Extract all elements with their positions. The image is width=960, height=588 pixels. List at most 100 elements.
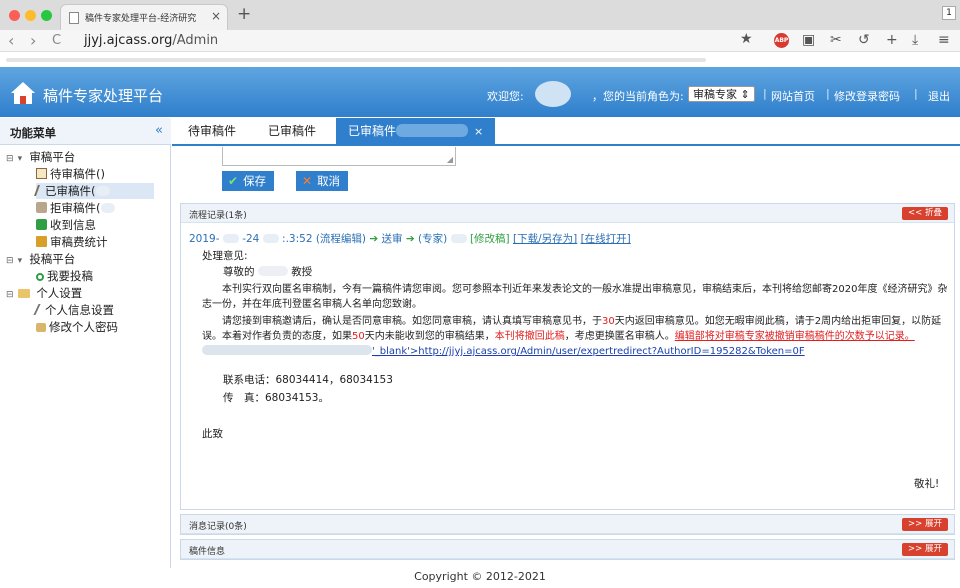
app-title: 稿件专家处理平台 [43, 87, 164, 105]
tree-group-review[interactable]: ⊟ ▾ 审稿平台 [6, 149, 75, 165]
sidebar-item-password[interactable]: 修改个人密码 [36, 319, 118, 335]
fax-line: 传 真：68034153。 [223, 392, 329, 404]
minimize-window-button[interactable] [25, 10, 36, 21]
sidebar-item-label: 修改个人密码 [49, 320, 118, 334]
role-value: 审稿专家 [693, 88, 737, 101]
new-tab-button[interactable]: + [237, 4, 251, 24]
close-window-button[interactable] [9, 10, 20, 21]
save-button[interactable]: ✔ 保存 [222, 171, 275, 191]
adblock-icon[interactable]: ABP [774, 33, 789, 48]
sidebar-item-label: 个人信息设置 [45, 303, 114, 317]
add-icon[interactable]: + [886, 32, 898, 48]
expand-panel-button[interactable]: >> 展开 [902, 518, 948, 531]
opinion-label: 处理意见: [202, 250, 248, 262]
collapse-toggle-icon[interactable]: ⊟ [6, 287, 14, 303]
sidebar-item-rejected[interactable]: 拒审稿件( [36, 200, 115, 216]
panel-title: 消息记录(0条) [189, 522, 247, 532]
tree-group-submit[interactable]: ⊟ ▾ 投稿平台 [6, 251, 75, 267]
forward-icon[interactable]: › [30, 31, 36, 50]
edit-manuscript-link[interactable]: [修改稿] [470, 233, 510, 245]
select-arrows-icon: ⇕ [740, 88, 750, 101]
flow-send: 送审 [381, 233, 403, 245]
maximize-window-button[interactable] [41, 10, 52, 21]
sidebar-item-reviewed[interactable]: 已审稿件( [33, 183, 154, 199]
sidebar-item-label: 收到信息 [50, 218, 96, 232]
close-tab-icon[interactable]: × [474, 125, 483, 138]
tab-reviewed[interactable]: 已审稿件 [256, 118, 328, 145]
panel-header: 消息记录(0条) >> 展开 [181, 515, 954, 534]
collapse-panel-button[interactable]: << 折叠 [902, 207, 948, 220]
undo-icon[interactable]: ↺ [858, 32, 870, 48]
panel-title: 稿件信息 [189, 547, 226, 557]
flow-record-line: 2019- -24 :.3:52 (流程编辑) ➔ 送审 ➔ (专家) [修改稿… [189, 231, 631, 246]
change-password-link[interactable]: 修改登录密码 [834, 88, 900, 104]
download-link[interactable]: [下载/另存为] [513, 233, 577, 245]
greeting: 尊敬的 教授 [223, 264, 312, 280]
download-icon[interactable]: ⤓ [912, 32, 918, 48]
sidebar-header: 功能菜单 « [0, 118, 171, 145]
cancel-button[interactable]: ✕ 取消 [296, 171, 349, 191]
opinion-textarea[interactable]: ◢ [222, 147, 456, 166]
resize-grip-icon[interactable]: ◢ [447, 155, 453, 164]
tree-group-label: 个人设置 [36, 286, 83, 300]
bookmark-star-icon[interactable]: ★ [740, 31, 753, 47]
sidebar-item-label: 待审稿件( [50, 167, 101, 181]
role-select[interactable]: 审稿专家 ⇕ [688, 86, 755, 102]
scissors-icon[interactable]: ✂ [830, 32, 842, 48]
flow-date: 2019- [189, 233, 220, 245]
sidebar-item-pending[interactable]: 待审稿件() [36, 166, 105, 182]
sidebar-item-label: 拒审稿件( [50, 201, 101, 215]
document-icon [36, 168, 47, 179]
folder-icon [17, 289, 30, 298]
regards-line: 敬礼! [914, 478, 940, 490]
open-arrow-icon: ▾ [17, 256, 23, 266]
expert-redirect-link[interactable]: '_blank'>http://jjyj.ajcass.org/Admin/us… [372, 346, 805, 357]
extension-icon[interactable]: ▣ [802, 32, 815, 48]
panel-title: 流程记录(1条) [189, 211, 247, 221]
blurred-tab-text [396, 124, 469, 137]
back-icon[interactable]: ‹ [8, 31, 14, 50]
save-label: 保存 [243, 174, 267, 188]
site-home-link[interactable]: 网站首页 [771, 88, 815, 104]
para2-text: 天内未能收到您的审稿结果， [364, 331, 495, 342]
browser-toolbar: ‹ › C jjyj.ajcass.org/Admin ★ ABP ▣ ✂ ↺ … [0, 30, 960, 52]
home-icon[interactable] [11, 82, 35, 104]
days-30: 30 [602, 316, 615, 327]
para2-text: 请您接到审稿邀请后，确认是否同意审稿。如您同意审稿，请认真填写审稿意见书，于 [222, 316, 602, 327]
user-edit-icon [33, 304, 45, 315]
sidebar-item-received[interactable]: 收到信息 [36, 217, 96, 233]
blurred-text [450, 234, 467, 243]
blurred-bookmarks-bar [0, 53, 960, 67]
flow-expert: (专家) [418, 233, 448, 245]
address-bar[interactable]: jjyj.ajcass.org/Admin [84, 33, 218, 48]
menu-icon[interactable]: ≡ [938, 32, 950, 48]
tab-reviewed-detail[interactable]: 已审稿件 × [336, 118, 496, 145]
tab-counter[interactable]: 1 [942, 6, 956, 20]
page-icon [69, 12, 79, 24]
tree-group-settings[interactable]: ⊟ 个人设置 [6, 285, 82, 301]
tab-pending[interactable]: 待审稿件 [176, 118, 248, 145]
collapse-icon[interactable]: « [155, 123, 163, 138]
sidebar-item-submit[interactable]: 我要投稿 [36, 268, 93, 284]
blurred-text [262, 234, 279, 243]
pen-icon [33, 185, 45, 196]
record-warning: 编辑部将对审稿专家被撤销审稿稿件的次数予以记录。 [674, 331, 915, 342]
collapse-toggle-icon[interactable]: ⊟ [6, 253, 14, 269]
close-tab-icon[interactable]: × [211, 9, 221, 23]
browser-tab[interactable]: 稿件专家处理平台-经济研究 × [60, 4, 228, 30]
cancel-label: 取消 [317, 174, 341, 188]
sidebar-item-count: ) [100, 167, 106, 181]
manuscript-info-panel: 稿件信息 >> 展开 [180, 539, 955, 560]
sidebar-item-fee-stats[interactable]: 审稿费统计 [36, 234, 108, 250]
sidebar-item-label: 已审稿件( [45, 184, 96, 198]
welcome-label: 欢迎您: [487, 90, 524, 103]
main-content: ◢ ✔ 保存 ✕ 取消 流程记录(1条) << 折叠 2019- -24 :.3:5… [172, 147, 960, 568]
logout-link[interactable]: 退出 [928, 88, 950, 104]
flow-record-panel: 流程记录(1条) << 折叠 2019- -24 :.3:52 (流程编辑) ➔… [180, 203, 955, 510]
sidebar-item-profile[interactable]: 个人信息设置 [33, 302, 114, 318]
tab-label: 已审稿件 [348, 124, 397, 138]
reload-icon[interactable]: C [52, 33, 61, 48]
open-online-link[interactable]: [在线打开] [581, 233, 631, 245]
collapse-toggle-icon[interactable]: ⊟ [6, 151, 14, 167]
expand-panel-button[interactable]: >> 展开 [902, 543, 948, 556]
